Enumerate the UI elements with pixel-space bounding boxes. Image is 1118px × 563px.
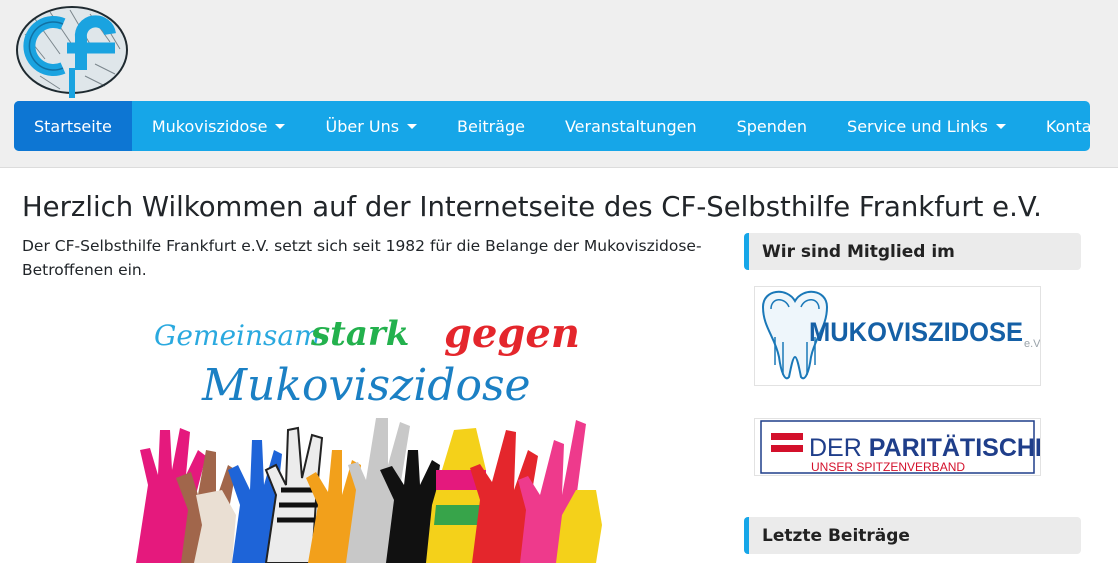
nav-label: Spenden — [736, 116, 808, 136]
main-navbar: Startseite Mukoviszidose Über Uns Beiträ… — [14, 101, 1090, 151]
nav-label: Über Uns — [325, 116, 400, 136]
hero-word-mukoviszidose: Mukoviszidose — [201, 360, 531, 411]
caret-down-icon — [995, 123, 1006, 129]
partner2-name-b: PARITÄTISCHE — [869, 434, 1040, 462]
partner1-name: MUKOVISZIDOSE — [809, 317, 1023, 347]
nav-label: Startseite — [34, 116, 112, 136]
nav-label: Veranstaltungen — [564, 116, 697, 136]
page-title: Herzlich Wilkommen auf der Internetseite… — [22, 191, 1042, 223]
hero-word-gegen: gegen — [444, 310, 580, 357]
nav-label: Kontakt — [1045, 116, 1090, 136]
nav-mukoviszidose[interactable]: Mukoviszidose — [132, 101, 306, 151]
partner2-name-a: DER — [809, 434, 869, 462]
caret-down-icon — [407, 123, 418, 129]
hero-image: Gemeinsam stark gegen Mukoviszidose — [136, 300, 606, 563]
member-widget-title: Wir sind Mitglied im — [744, 233, 1081, 270]
nav-label: Beiträge — [457, 116, 525, 136]
recent-posts-heading: Letzte Beiträge — [762, 525, 910, 546]
nav-kontakt[interactable]: Kontakt — [1026, 101, 1090, 151]
recent-posts-widget-title: Letzte Beiträge — [744, 517, 1081, 554]
caret-down-icon — [275, 123, 286, 129]
nav-ueber-uns[interactable]: Über Uns — [305, 101, 437, 151]
nav-service-und-links[interactable]: Service und Links — [827, 101, 1026, 151]
site-header: Startseite Mukoviszidose Über Uns Beiträ… — [0, 0, 1118, 168]
nav-veranstaltungen[interactable]: Veranstaltungen — [545, 101, 717, 151]
svg-text:DER PARITÄTISCHE: DER PARITÄTISCHE — [809, 434, 1040, 462]
hero-word-gemeinsam: Gemeinsam — [154, 319, 321, 352]
nav-beitraege[interactable]: Beiträge — [437, 101, 545, 151]
cf-logo[interactable] — [15, 4, 129, 100]
hero-word-stark: stark — [310, 314, 409, 354]
nav-startseite[interactable]: Startseite — [14, 101, 132, 151]
partner-mukoviszidose-logo[interactable]: MUKOVISZIDOSE e.V. — [754, 286, 1043, 386]
intro-text: Der CF-Selbsthilfe Frankfurt e.V. setzt … — [22, 237, 702, 279]
nav-label: Service und Links — [847, 116, 988, 136]
partner2-tagline: UNSER SPITZENVERBAND — [811, 460, 965, 474]
partner1-suffix: e.V. — [1024, 338, 1040, 350]
partner-paritaetische-logo[interactable]: DER PARITÄTISCHE UNSER SPITZENVERBAND — [754, 418, 1052, 476]
member-widget-heading: Wir sind Mitglied im — [762, 241, 955, 262]
nav-label: Mukoviszidose — [151, 116, 268, 136]
nav-spenden[interactable]: Spenden — [717, 101, 827, 151]
